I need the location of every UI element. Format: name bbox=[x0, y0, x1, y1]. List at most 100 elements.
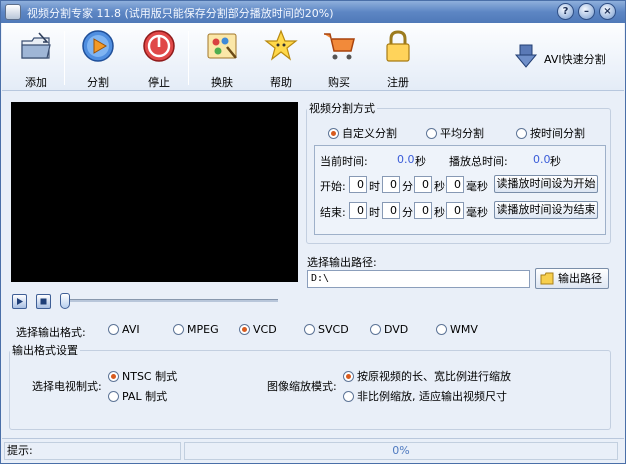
radio-label: VCD bbox=[253, 323, 277, 336]
radio-label: DVD bbox=[384, 323, 409, 336]
skin-label: 换肤 bbox=[211, 76, 233, 89]
current-time-unit: 秒 bbox=[415, 155, 426, 168]
skin-button[interactable]: 换肤 bbox=[198, 27, 246, 89]
stop-square-icon bbox=[40, 298, 47, 305]
total-time-label: 播放总时间: bbox=[449, 155, 508, 168]
end-label: 结束: bbox=[320, 206, 346, 219]
split-label: 分割 bbox=[87, 76, 109, 89]
stop-playback-button[interactable] bbox=[36, 294, 51, 309]
window-title: 视频分割专家 11.8 (试用版只能保存分割部分播放时间的20%) bbox=[27, 7, 334, 20]
current-time-value: 0.0 bbox=[397, 153, 415, 166]
radio-dot bbox=[436, 324, 447, 335]
scale-stretch-radio[interactable]: 非比例缩放, 适应输出视频尺寸 bbox=[343, 388, 507, 404]
play-button[interactable] bbox=[12, 294, 27, 309]
radio-label: AVI bbox=[122, 323, 140, 336]
add-folder-icon bbox=[21, 32, 51, 59]
help-button[interactable]: 帮助 bbox=[257, 27, 305, 89]
scale-keep-ratio-radio[interactable]: 按原视频的长、宽比例进行缩放 bbox=[343, 368, 511, 384]
format-wmv-radio[interactable]: WMV bbox=[436, 323, 478, 336]
format-avi-radio[interactable]: AVI bbox=[108, 323, 140, 336]
folder-icon bbox=[540, 272, 554, 285]
play-split-icon bbox=[82, 30, 114, 62]
progress-text: 0% bbox=[392, 444, 410, 457]
start-minute-input[interactable]: 0 bbox=[382, 176, 400, 193]
start-ms-input[interactable]: 0 bbox=[446, 176, 464, 193]
tv-pal-radio[interactable]: PAL 制式 bbox=[108, 388, 167, 404]
radio-dot bbox=[108, 324, 119, 335]
ms-unit: 毫秒 bbox=[466, 206, 488, 219]
hour-unit: 时 bbox=[369, 180, 380, 193]
split-mode-custom-radio[interactable]: 自定义分割 bbox=[328, 125, 397, 141]
lock-icon bbox=[386, 30, 410, 62]
split-button[interactable]: 分割 bbox=[74, 27, 122, 89]
format-vcd-radio[interactable]: VCD bbox=[239, 323, 277, 336]
output-path-button[interactable]: 输出路径 bbox=[535, 268, 609, 289]
skin-palette-icon bbox=[207, 33, 237, 59]
ms-unit: 毫秒 bbox=[466, 180, 488, 193]
radio-label: 非比例缩放, 适应输出视频尺寸 bbox=[357, 390, 507, 403]
help-title-button[interactable]: ? bbox=[557, 3, 574, 20]
playback-slider-track[interactable] bbox=[66, 299, 278, 302]
format-settings-legend: 输出格式设置 bbox=[12, 344, 78, 357]
close-button[interactable]: × bbox=[599, 3, 616, 20]
register-button[interactable]: 注册 bbox=[374, 27, 422, 89]
end-hour-input[interactable]: 0 bbox=[349, 202, 367, 219]
radio-dot bbox=[304, 324, 315, 335]
radio-dot bbox=[343, 371, 354, 382]
format-svcd-radio[interactable]: SVCD bbox=[304, 323, 349, 336]
second-unit: 秒 bbox=[434, 180, 445, 193]
avi-quick-split-button[interactable]: AVI快速分割 bbox=[514, 41, 614, 71]
radio-label: 平均分割 bbox=[440, 127, 484, 140]
toolbar-separator bbox=[64, 31, 65, 85]
minimize-button[interactable]: – bbox=[578, 3, 595, 20]
radio-label: 自定义分割 bbox=[342, 127, 397, 140]
radio-dot bbox=[108, 371, 119, 382]
radio-label: PAL 制式 bbox=[122, 390, 168, 403]
radio-label: MPEG bbox=[187, 323, 219, 336]
avi-download-icon bbox=[514, 44, 538, 68]
progress-bar: 0% bbox=[184, 442, 618, 460]
radio-dot bbox=[173, 324, 184, 335]
buy-button[interactable]: 购买 bbox=[315, 27, 363, 89]
split-mode-average-radio[interactable]: 平均分割 bbox=[426, 125, 484, 141]
start-hour-input[interactable]: 0 bbox=[349, 176, 367, 193]
add-label: 添加 bbox=[25, 76, 47, 89]
radio-dot bbox=[108, 391, 119, 402]
total-time-value: 0.0 bbox=[533, 153, 551, 166]
split-mode-legend: 视频分割方式 bbox=[309, 102, 375, 115]
video-preview bbox=[11, 102, 298, 282]
add-button[interactable]: 添加 bbox=[12, 27, 60, 89]
output-path-label: 选择输出路径: bbox=[307, 256, 377, 269]
toolbar: 添加 分割 停止 换肤 帮助 购买 注册 AVI快速分割 bbox=[2, 23, 624, 91]
playback-slider-thumb[interactable] bbox=[60, 293, 70, 309]
end-second-input[interactable]: 0 bbox=[414, 202, 432, 219]
end-ms-input[interactable]: 0 bbox=[446, 202, 464, 219]
second-unit: 秒 bbox=[434, 206, 445, 219]
end-minute-input[interactable]: 0 bbox=[382, 202, 400, 219]
avi-quick-split-label: AVI快速分割 bbox=[544, 53, 606, 66]
radio-label: 按时间分割 bbox=[530, 127, 585, 140]
split-mode-time-radio[interactable]: 按时间分割 bbox=[516, 125, 585, 141]
start-second-input[interactable]: 0 bbox=[414, 176, 432, 193]
minute-unit: 分 bbox=[402, 206, 413, 219]
start-label: 开始: bbox=[320, 180, 346, 193]
output-format-label: 选择输出格式: bbox=[16, 326, 86, 339]
output-path-input[interactable]: D:\ bbox=[307, 270, 530, 288]
app-icon bbox=[5, 4, 21, 20]
register-label: 注册 bbox=[387, 76, 409, 89]
buy-label: 购买 bbox=[328, 76, 350, 89]
set-end-button[interactable]: 读播放时间设为结束 bbox=[494, 201, 598, 219]
radio-label: WMV bbox=[450, 323, 478, 336]
radio-dot bbox=[343, 391, 354, 402]
tv-ntsc-radio[interactable]: NTSC 制式 bbox=[108, 368, 177, 384]
current-time-label: 当前时间: bbox=[320, 155, 368, 168]
set-start-button[interactable]: 读播放时间设为开始 bbox=[494, 175, 598, 193]
main-window: 视频分割专家 11.8 (试用版只能保存分割部分播放时间的20%) ? – × … bbox=[0, 0, 626, 464]
stop-button[interactable]: 停止 bbox=[135, 27, 183, 89]
stop-icon bbox=[143, 30, 175, 62]
help-label: 帮助 bbox=[270, 76, 292, 89]
status-hint: 提示: bbox=[4, 442, 181, 460]
format-dvd-radio[interactable]: DVD bbox=[370, 323, 408, 336]
tv-system-label: 选择电视制式: bbox=[32, 380, 102, 393]
format-mpeg-radio[interactable]: MPEG bbox=[173, 323, 219, 336]
